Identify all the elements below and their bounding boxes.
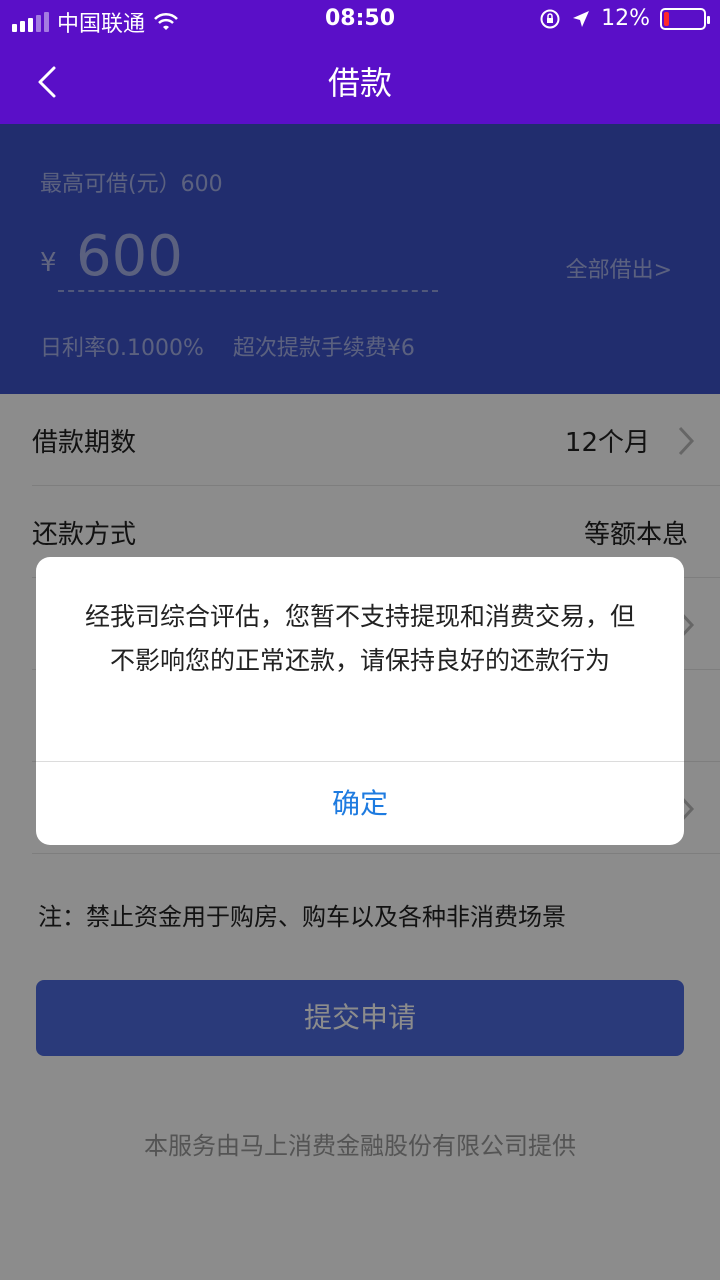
alert-dialog: 经我司综合评估，您暂不支持提现和消费交易，但不影响您的正常还款，请保持良好的还款… xyxy=(36,557,684,845)
dialog-message: 经我司综合评估，您暂不支持提现和消费交易，但不影响您的正常还款，请保持良好的还款… xyxy=(84,602,635,675)
rotation-lock-icon xyxy=(540,9,560,28)
status-bar: 中国联通 08:50 12% xyxy=(0,0,720,40)
battery-percent: 12% xyxy=(601,6,650,31)
nav-bar: 借款 xyxy=(0,40,720,124)
battery-icon xyxy=(660,7,710,30)
confirm-button[interactable]: 确定 xyxy=(36,762,684,845)
page-title: 借款 xyxy=(327,64,392,102)
location-arrow-icon xyxy=(573,10,590,27)
